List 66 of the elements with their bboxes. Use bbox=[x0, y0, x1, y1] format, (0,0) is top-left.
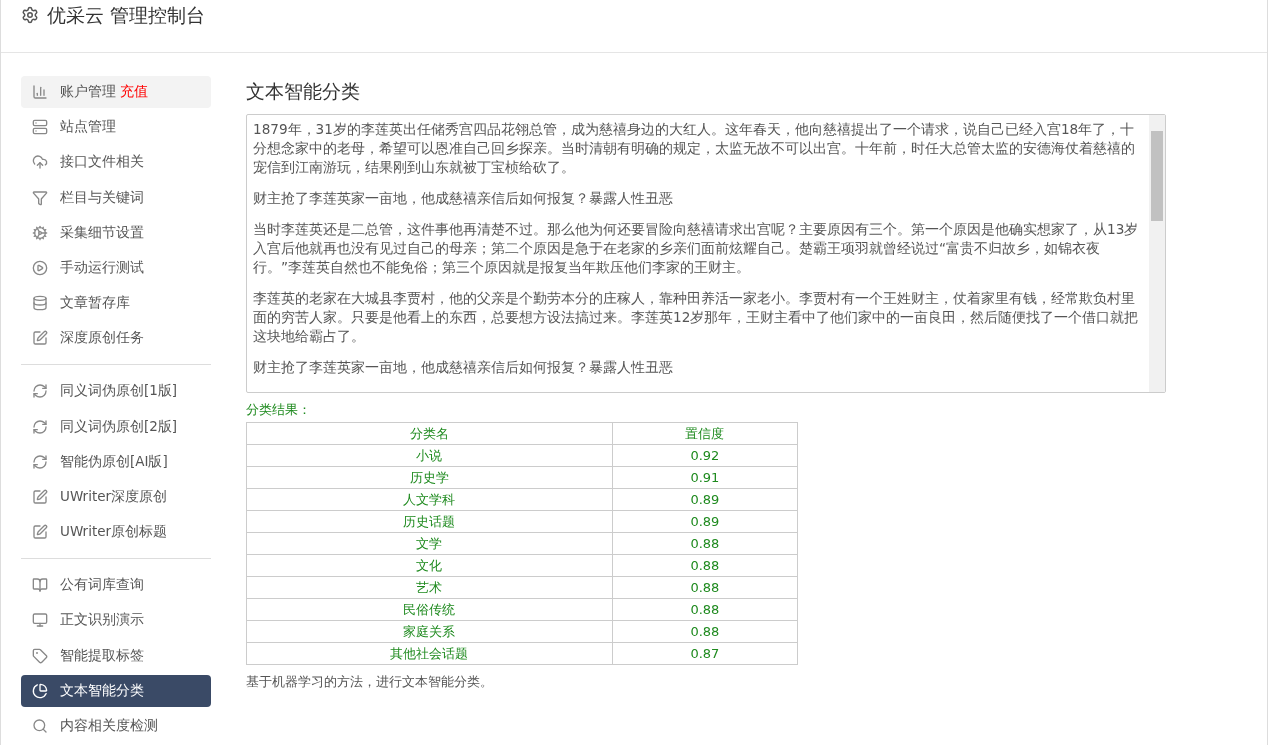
app-title: 优采云 管理控制台 bbox=[47, 3, 206, 27]
sidebar-item[interactable]: 手动运行测试 bbox=[21, 251, 211, 285]
sidebar-item[interactable]: 站点管理 bbox=[21, 111, 211, 144]
edit-icon bbox=[32, 488, 48, 505]
table-cell: 0.91 bbox=[612, 466, 798, 489]
cloud-upload-icon bbox=[32, 154, 48, 171]
sidebar-item[interactable]: 正文识别演示 bbox=[21, 604, 211, 637]
refresh-icon bbox=[32, 418, 48, 435]
page-title: 文本智能分类 bbox=[246, 79, 361, 104]
sidebar-item[interactable]: UWriter原创标题 bbox=[21, 516, 211, 549]
sidebar-item[interactable]: 账户管理 充值 bbox=[21, 76, 211, 109]
sidebar-item[interactable]: 接口文件相关 bbox=[21, 146, 211, 179]
table-cell: 0.89 bbox=[612, 510, 798, 533]
scrollbar[interactable] bbox=[1149, 115, 1165, 392]
tag-icon bbox=[32, 647, 48, 664]
sidebar-item[interactable]: 栏目与关键词 bbox=[21, 181, 211, 214]
table-cell: 人文学科 bbox=[246, 488, 613, 511]
play-icon bbox=[32, 259, 48, 276]
recharge-link[interactable]: 充值 bbox=[120, 83, 149, 100]
sidebar-item[interactable]: 同义词伪原创[2版] bbox=[21, 410, 211, 443]
table-cell: 文化 bbox=[246, 554, 613, 577]
description-text: 基于机器学习的方法，进行文本智能分类。 bbox=[246, 673, 494, 691]
sidebar-item[interactable]: 同义词伪原创[1版] bbox=[21, 375, 211, 408]
table-cell: 民俗传统 bbox=[246, 598, 613, 621]
filter-icon bbox=[32, 189, 48, 206]
table-cell: 家庭关系 bbox=[246, 620, 613, 643]
sidebar-item[interactable]: 智能伪原创[AI版] bbox=[21, 445, 211, 478]
sidebar-item[interactable]: 文本智能分类 bbox=[21, 674, 211, 707]
search-icon bbox=[32, 718, 48, 734]
table-cell: 0.88 bbox=[612, 598, 798, 621]
sidebar-item[interactable]: 深度原创任务 bbox=[21, 322, 211, 355]
sidebar-item[interactable]: 采集细节设置 bbox=[21, 216, 211, 249]
table-cell: 历史学 bbox=[246, 466, 613, 489]
result-label: 分类结果： bbox=[246, 401, 312, 419]
table-cell: 0.88 bbox=[612, 554, 798, 577]
table-cell: 历史话题 bbox=[246, 510, 613, 533]
table-cell: 文学 bbox=[246, 532, 613, 555]
edit-icon bbox=[32, 330, 48, 347]
server-icon bbox=[32, 119, 48, 136]
column-header: 置信度 bbox=[612, 422, 798, 445]
sidebar-item[interactable]: 智能提取标签 bbox=[21, 639, 211, 672]
text-input-area[interactable]: 1879年，31岁的李莲英出任储秀宫四品花翎总管，成为慈禧身边的大红人。这年春天，他向慈禧提出了一个请求，说自己已经入宫18年了，十分想念家中的老母，希望可以恩准自己回乡探亲。当时清朝有明确的规定，太监无故不可以出宫。十年前，时任大总管太监的安德海仗着慈禧的宠信到江南游玩，结果刚到山东就被丁宝桢给砍了。 财主抢了李莲英家一亩地，他成慈禧亲信后如何报复？暴露人性丑恶 当时李莲英还是二总管，这件事他再清楚不过。那么他为何还要冒险向慈禧请求出宫呢？主要原因有三个。第一个原因是他确实想家了，从13岁入宫后他就再也没有见过自己的母亲；第二个原因是急于在老家的乡亲们面前炫耀自己。楚霸王项羽就曾经说过“富贵不归故乡，如锦衣夜行。”李莲英自然也不能免俗；第三个原因就是报复当年欺压他们李家的王财主。 李莲英的老家在大城县李贾村，他的父亲是个勤劳本分的庄稼人，靠种田养活一家老小。李贾村有一个王姓财主，仗着家里有钱，经常欺负村里面的穷苦人家。只要是他看上的东西，总要想方设法搞过来。李莲英12岁那年，王财主看中了他们家中的一亩良田，然后随便找了一个借口就把这块地给霸占了。 财主抢了李莲英家一亩地，他成慈禧亲信后如何报复？暴露人性丑恶 bbox=[246, 114, 1166, 393]
column-header: 分类名 bbox=[246, 422, 613, 445]
sidebar-item[interactable]: 公有词库查询 bbox=[21, 569, 211, 602]
sidebar-item[interactable]: 文章暂存库 bbox=[21, 287, 211, 320]
pie-icon bbox=[32, 682, 48, 699]
table-cell: 0.88 bbox=[612, 576, 798, 599]
cogs-icon bbox=[32, 224, 48, 241]
table-cell: 0.88 bbox=[612, 620, 798, 643]
table-cell: 0.88 bbox=[612, 532, 798, 555]
table-cell: 其他社会话题 bbox=[246, 642, 613, 665]
settings-icon bbox=[21, 6, 39, 24]
edit-icon bbox=[32, 524, 48, 541]
database-icon bbox=[32, 295, 48, 312]
monitor-icon bbox=[32, 612, 48, 629]
refresh-icon bbox=[32, 383, 48, 400]
table-cell: 0.87 bbox=[612, 642, 798, 665]
table-cell: 小说 bbox=[246, 444, 613, 467]
book-icon bbox=[32, 577, 48, 594]
sidebar-item[interactable]: 内容相关度检测 bbox=[21, 709, 211, 743]
table-cell: 0.89 bbox=[612, 488, 798, 511]
bar-chart-icon bbox=[32, 84, 48, 101]
sidebar-item[interactable]: UWriter深度原创 bbox=[21, 480, 211, 514]
table-cell: 0.92 bbox=[612, 444, 798, 467]
refresh-icon bbox=[32, 453, 48, 470]
table-cell: 艺术 bbox=[246, 576, 613, 599]
